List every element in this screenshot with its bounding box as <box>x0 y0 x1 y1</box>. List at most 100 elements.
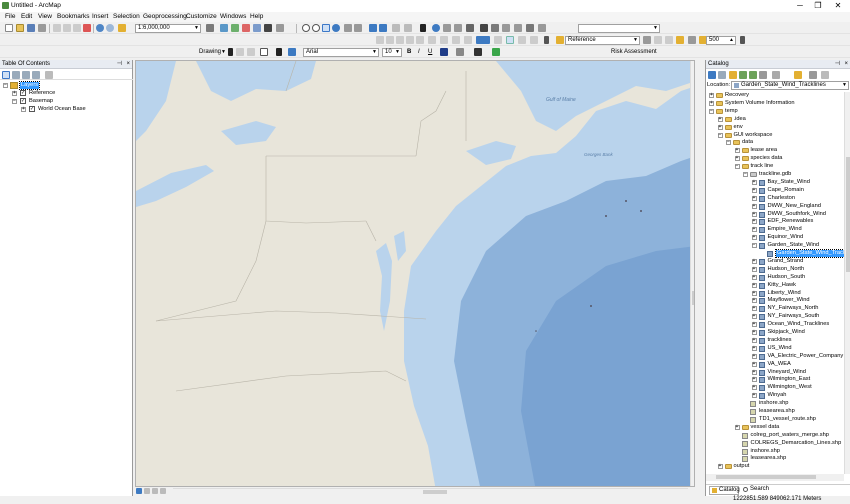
editor-toolbar-icon[interactable] <box>206 24 214 32</box>
map-view[interactable]: Gulf of Maine Georges Bank <box>135 60 695 487</box>
open-folder-icon[interactable] <box>16 24 24 32</box>
layer-tool-2-icon[interactable] <box>654 36 662 44</box>
catalog-tree-item[interactable]: + Charleston <box>706 195 844 203</box>
close-icon[interactable]: × <box>844 60 848 69</box>
bold-button[interactable]: B <box>407 49 411 55</box>
menu-edit[interactable]: Edit <box>21 13 32 20</box>
zoom-to-selected-icon[interactable] <box>247 48 255 56</box>
drawing-menu-button[interactable]: Drawing <box>199 49 221 55</box>
expand-icon[interactable]: + <box>751 282 757 288</box>
editor-tool-13-icon[interactable] <box>530 36 538 44</box>
close-button[interactable]: ✕ <box>828 0 848 12</box>
catalog-tree-item[interactable]: + Grand_Strand <box>706 258 844 266</box>
location-combo[interactable]: Garden_State_Wind_Tracklines ▼ <box>731 81 849 90</box>
expand-icon[interactable]: + <box>751 385 757 391</box>
editor-tool-3-icon[interactable] <box>396 36 404 44</box>
menu-customize[interactable]: Customize <box>186 13 217 20</box>
pin-icon[interactable]: ⊣ <box>117 60 122 69</box>
chevron-down-icon[interactable]: ▼ <box>221 49 226 55</box>
select-elements-icon[interactable] <box>420 24 426 32</box>
zoom-out-icon[interactable] <box>312 24 320 32</box>
find-icon[interactable] <box>480 24 488 32</box>
undo-icon[interactable] <box>96 24 104 32</box>
editor-tool-2-icon[interactable] <box>386 36 394 44</box>
catalog-tree-item[interactable]: + Wilmington_East <box>706 376 844 384</box>
find-route-icon[interactable] <box>491 24 499 32</box>
catalog-scroll-thumb[interactable] <box>846 157 850 272</box>
catalog-hscroll-thumb[interactable] <box>716 475 816 479</box>
forward-extent-icon[interactable] <box>379 24 387 32</box>
menu-bookmarks[interactable]: Bookmarks <box>57 13 90 20</box>
catalog-tree-item[interactable]: + DWW_Southfork_Wind <box>706 211 844 219</box>
create-viewer-window-icon[interactable] <box>526 24 534 32</box>
georeferencing-layer-combo[interactable]: ▼ <box>578 24 660 33</box>
new-folder-icon[interactable] <box>794 71 802 79</box>
menu-view[interactable]: View <box>38 13 52 20</box>
expand-icon[interactable]: + <box>751 377 757 383</box>
toc-item-layers[interactable]: Layers <box>18 81 41 90</box>
menu-selection[interactable]: Selection <box>113 13 140 20</box>
table-of-contents-icon[interactable] <box>220 24 228 32</box>
font-color-icon[interactable] <box>440 48 448 56</box>
text-tool-icon[interactable] <box>276 48 282 56</box>
catalog-tree-item[interactable]: + .idea <box>706 116 844 124</box>
toolbar-options-icon[interactable] <box>538 24 546 32</box>
expand-icon[interactable]: + <box>751 330 757 335</box>
editor-tool-8-icon[interactable] <box>452 36 460 44</box>
map-scale-combo[interactable]: 1:6,000,000 ▼ <box>135 24 201 33</box>
catalog-tree-item[interactable]: + Wilmington_West <box>706 384 844 392</box>
catalog-tree-item[interactable]: Garden_State_Wind_Tracklines <box>706 249 844 258</box>
catalog-tree-item[interactable]: + DWW_New_England <box>706 203 844 211</box>
collapse-icon[interactable]: − <box>726 140 731 146</box>
data-view-icon[interactable] <box>136 488 142 494</box>
search-window-icon[interactable] <box>242 24 250 32</box>
expand-icon[interactable]: + <box>751 203 757 209</box>
layer-tool-5-icon[interactable] <box>688 36 696 44</box>
catalog-tree-item[interactable]: − temp <box>706 108 844 116</box>
expand-icon[interactable]: + <box>751 393 757 399</box>
expand-icon[interactable]: + <box>717 116 723 122</box>
collapse-icon[interactable]: − <box>717 132 723 138</box>
expand-icon[interactable]: + <box>751 274 757 280</box>
catalog-tree-item[interactable]: + EDF_Renewables <box>706 218 844 226</box>
full-extent-icon[interactable] <box>332 24 340 32</box>
expand-icon[interactable]: + <box>751 337 757 343</box>
editor-tool-10-icon[interactable] <box>494 36 502 44</box>
expand-icon[interactable]: + <box>734 424 740 430</box>
collapse-icon[interactable]: − <box>734 164 740 170</box>
catalog-tree-item[interactable]: + NY_Fairways_North <box>706 305 844 313</box>
catalog-tree-item[interactable]: + Bay_State_Wind <box>706 179 844 187</box>
map-hscroll-thumb[interactable] <box>423 490 447 494</box>
catalog-tree-item[interactable]: COLREGS_Demarcation_Lines.shp <box>706 440 844 448</box>
disconnect-folder-icon[interactable] <box>759 71 767 79</box>
catalog-tree-item[interactable]: − trackline.gdb <box>706 171 844 179</box>
map-scroll-thumb[interactable] <box>692 291 694 305</box>
catalog-tree-item[interactable]: + US_Wind <box>706 345 844 353</box>
arctoolbox-icon[interactable] <box>253 24 261 32</box>
expand-icon[interactable]: + <box>751 258 757 264</box>
catalog-tree-item[interactable]: + NY_Fairways_South <box>706 313 844 321</box>
editor-tool-5-icon[interactable] <box>416 36 424 44</box>
catalog-tree-item[interactable]: + VA_WEA <box>706 361 844 369</box>
tab-search[interactable]: Search <box>741 486 769 495</box>
catalog-tree-item[interactable]: + Winyah <box>706 392 844 400</box>
collapse-icon[interactable]: − <box>743 172 748 177</box>
catalog-tree-item[interactable]: leasearea.shp <box>706 408 844 416</box>
print-icon[interactable] <box>38 24 46 32</box>
toc-item-world-ocean-base[interactable]: World Ocean Base <box>38 106 86 113</box>
refresh-view-icon[interactable] <box>152 488 158 494</box>
catalog-window-icon[interactable] <box>231 24 239 32</box>
catalog-tree-item[interactable]: + VA_Electric_Power_Company <box>706 353 844 361</box>
zoom-value-field[interactable]: 500 ▲ <box>706 36 736 45</box>
catalog-tree-item[interactable]: + Recovery <box>706 92 844 100</box>
rotate-icon[interactable] <box>236 48 244 56</box>
model-builder-icon[interactable] <box>276 24 284 32</box>
new-text-icon[interactable] <box>288 48 296 56</box>
catalog-tree-item[interactable]: + env <box>706 124 844 132</box>
connect-folder-icon[interactable] <box>749 71 757 79</box>
expand-icon[interactable]: + <box>734 148 740 154</box>
new-document-icon[interactable] <box>5 24 13 32</box>
list-by-source-icon[interactable] <box>12 71 20 79</box>
reference-layer-combo[interactable]: Reference ▼ <box>565 36 640 45</box>
add-data-icon[interactable] <box>118 24 126 32</box>
